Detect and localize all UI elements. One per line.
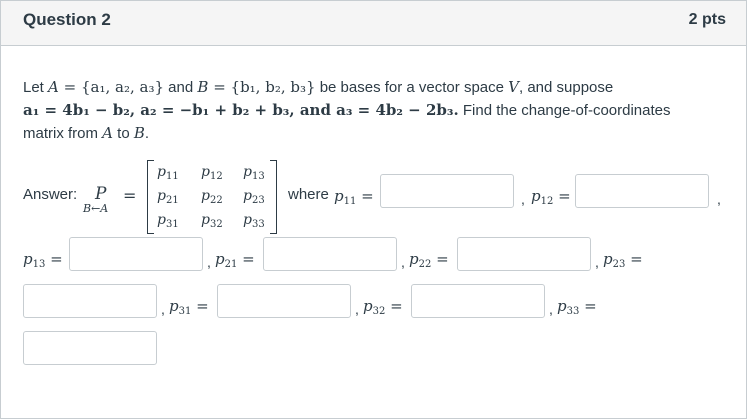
matrix-cell-p22: p22 [201, 188, 223, 206]
matrix-cell-p12: p12 [201, 164, 223, 182]
p23-label: p23 = [603, 250, 643, 270]
relations-math: a₁ = 4b₁ − b₂, a₂ = −b₁ + b₂ + b₃, and a… [23, 101, 459, 119]
p21-input[interactable] [263, 237, 397, 271]
question-line-1: Let A = {a₁, a₂, a₃} and B = {b₁, b₂, b₃… [23, 78, 614, 96]
coordinate-matrix: p11 p12 p13 p21 p22 p23 p31 p32 p33 [147, 160, 277, 234]
vector-space-symbol: V [508, 78, 519, 96]
matrix-cell-p13: p13 [243, 164, 265, 182]
matrix-p-subscript: B←A [83, 202, 109, 215]
p13-label: p13 = [23, 250, 63, 270]
p21-label: p21 = [215, 250, 255, 270]
matrix-cell-p11: p11 [157, 164, 179, 182]
matrix-cell-p32: p32 [201, 212, 223, 230]
p33-input[interactable] [23, 331, 157, 365]
matrix-cell-p31: p31 [157, 212, 179, 230]
p31-input[interactable] [217, 284, 351, 318]
p23-input[interactable] [23, 284, 157, 318]
basis-b-symbol: B [197, 78, 209, 96]
matrix-cell-p23: p23 [243, 188, 265, 206]
basis-a-symbol: A [48, 78, 59, 96]
p12-input[interactable] [575, 174, 709, 208]
p22-label: p22 = [409, 250, 449, 270]
p22-input[interactable] [457, 237, 591, 271]
p32-input[interactable] [411, 284, 545, 318]
p32-label: p32 = [363, 297, 403, 317]
basis-a-set: = {a₁, a₂, a₃} [58, 78, 165, 96]
matrix-p-symbol: P [95, 184, 107, 204]
question-card: Question 2 2 pts Let A = {a₁, a₂, a₃} an… [0, 0, 747, 419]
basis-b-set: = {b₁, b₂, b₃} [208, 78, 316, 96]
p11-input[interactable] [380, 174, 514, 208]
matrix-cell-p21: p21 [157, 188, 179, 206]
equals-sign: = [123, 186, 137, 205]
matrix-left-bracket [147, 160, 154, 234]
p11-label: p11 = [334, 187, 374, 207]
question-line-2: a₁ = 4b₁ − b₂, a₂ = −b₁ + b₂ + b₃, and a… [23, 101, 671, 119]
p33-label: p33 = [557, 297, 597, 317]
p12-label: p12 = [531, 187, 571, 207]
question-title: Question 2 [23, 10, 111, 29]
where-label: where [288, 186, 329, 203]
p31-label: p31 = [169, 297, 209, 317]
matrix-cell-p33: p33 [243, 212, 265, 230]
matrix-right-bracket [270, 160, 277, 234]
question-line-3: matrix from A to B. [23, 124, 150, 142]
answer-label: Answer: [23, 186, 78, 203]
question-points: 2 pts [688, 11, 726, 28]
p13-input[interactable] [69, 237, 203, 271]
question-header: Question 2 2 pts [1, 1, 746, 46]
